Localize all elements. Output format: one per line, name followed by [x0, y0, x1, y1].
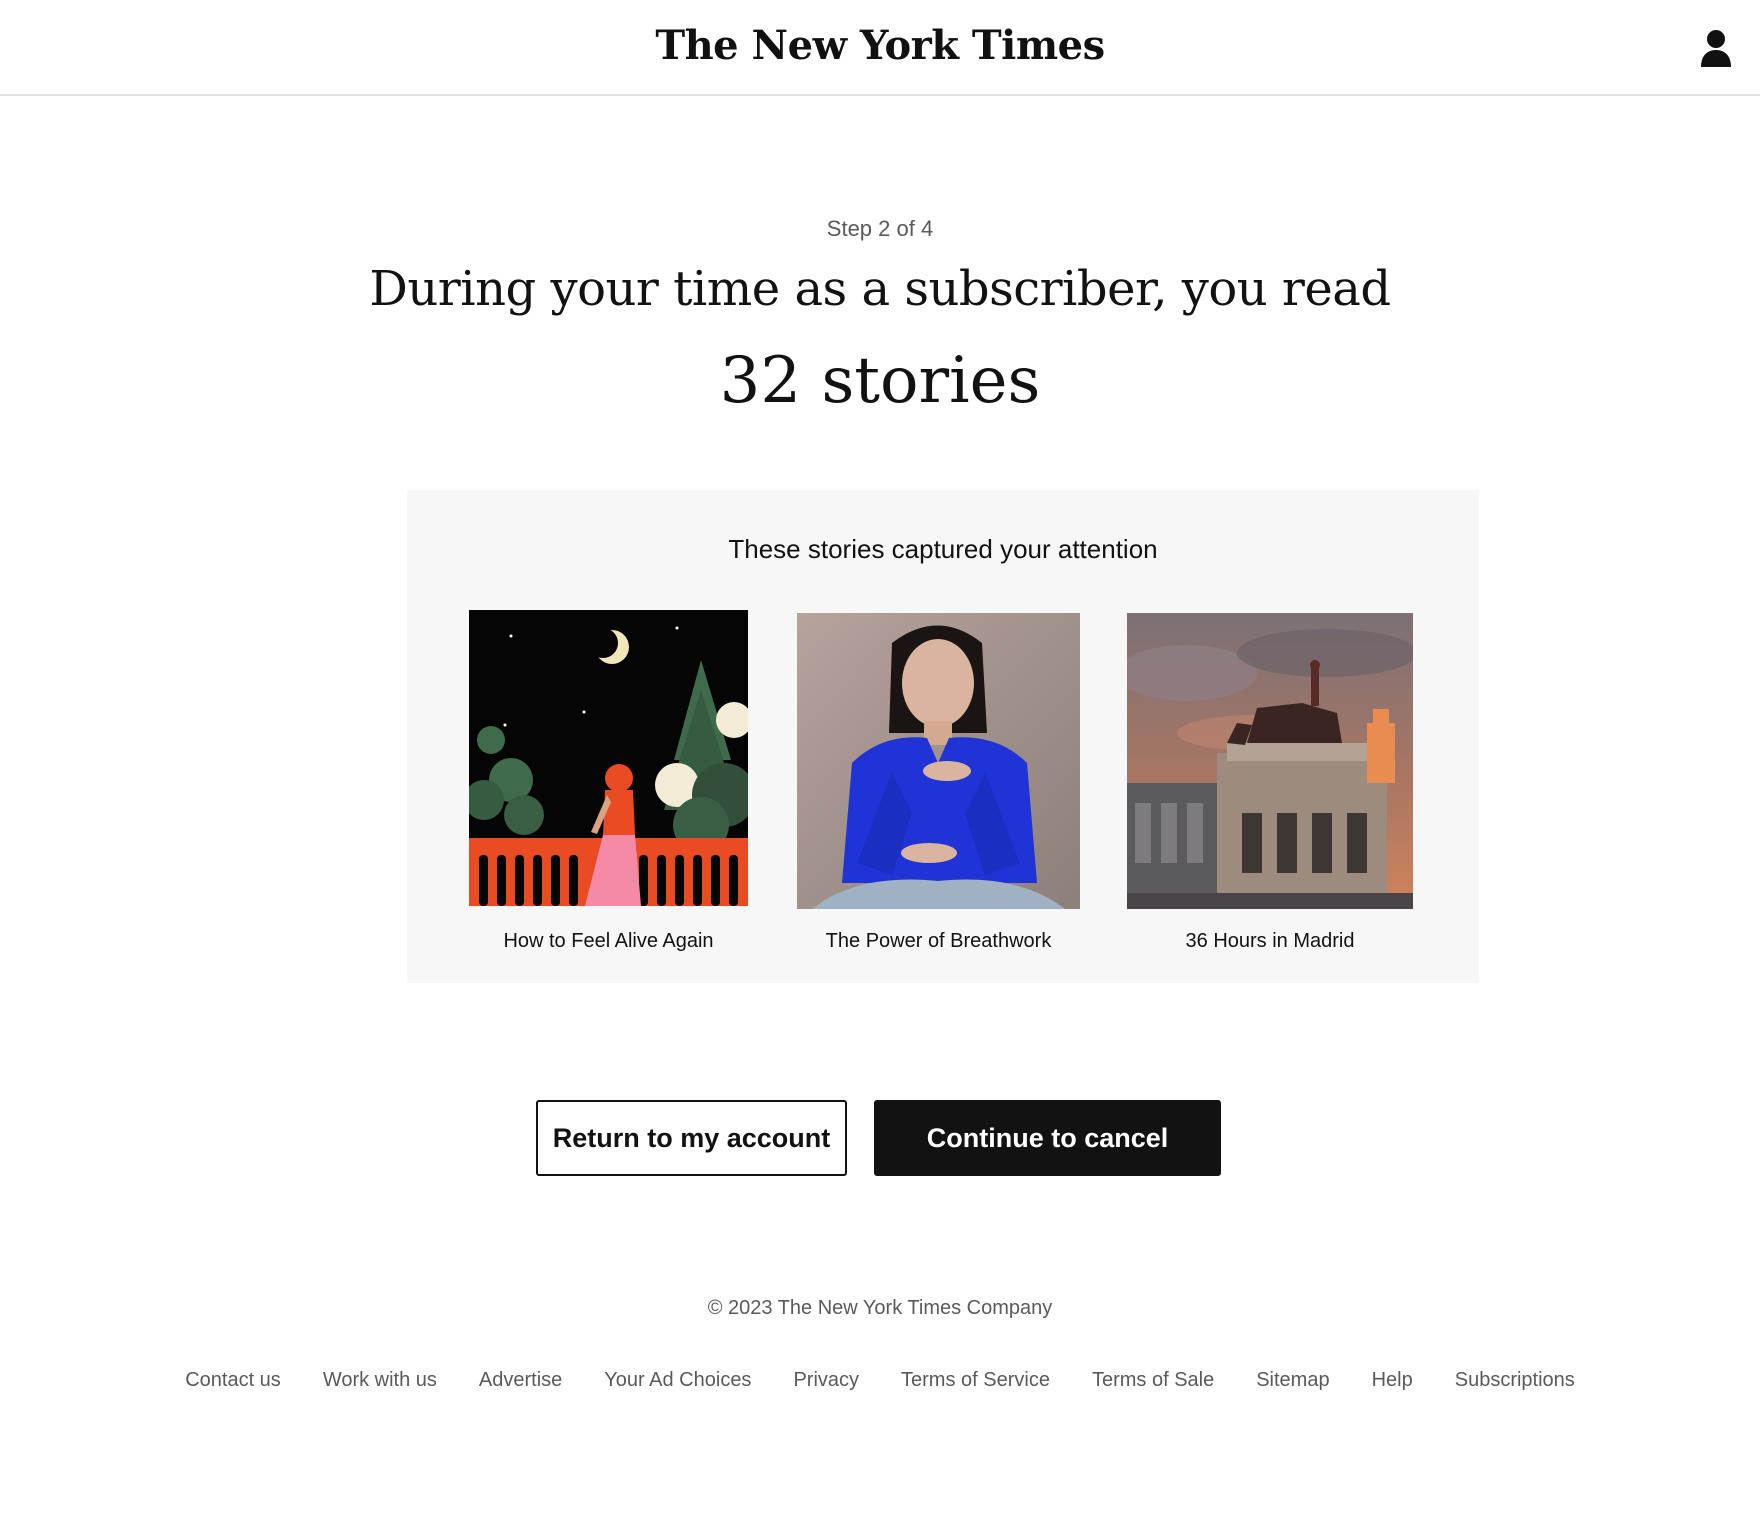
person-icon	[1701, 30, 1731, 67]
footer-link-sitemap[interactable]: Sitemap	[1256, 1365, 1329, 1395]
story-image	[1127, 613, 1413, 909]
stories-panel: These stories captured your attention Ho…	[407, 490, 1479, 983]
story-caption: How to Feel Alive Again	[503, 930, 714, 952]
top-header: The New York Times	[0, 0, 1760, 96]
story-image	[797, 613, 1080, 909]
footer-link-ad-choices[interactable]: Your Ad Choices	[604, 1365, 751, 1395]
story-image	[469, 610, 748, 906]
story-caption: 36 Hours in Madrid	[1185, 930, 1355, 952]
footer-link-work-with-us[interactable]: Work with us	[323, 1365, 437, 1395]
footer-link-subscriptions[interactable]: Subscriptions	[1455, 1365, 1575, 1395]
story-card[interactable]: The Power of Breathwork	[797, 613, 1080, 952]
step-indicator: Step 2 of 4	[826, 216, 934, 241]
footer-link-privacy[interactable]: Privacy	[793, 1365, 859, 1395]
story-caption: The Power of Breathwork	[825, 930, 1052, 952]
return-to-account-button[interactable]: Return to my account	[536, 1100, 847, 1176]
story-card[interactable]: 36 Hours in Madrid	[1127, 613, 1413, 952]
nyt-logo[interactable]: The New York Times	[0, 18, 1760, 74]
footer-link-advertise[interactable]: Advertise	[479, 1365, 562, 1395]
stories-panel-title: These stories captured your attention	[728, 534, 1158, 564]
footer-link-terms-of-sale[interactable]: Terms of Sale	[1092, 1365, 1214, 1395]
continue-to-cancel-button[interactable]: Continue to cancel	[874, 1100, 1221, 1176]
footer-link-help[interactable]: Help	[1372, 1365, 1413, 1395]
page-headline: During your time as a subscriber, you re…	[369, 261, 1391, 317]
footer-links: Contact us Work with us Advertise Your A…	[0, 1365, 1760, 1395]
footer-link-contact-us[interactable]: Contact us	[185, 1365, 281, 1395]
story-card[interactable]: How to Feel Alive Again	[469, 610, 748, 952]
copyright-text: © 2023 The New York Times Company	[707, 1297, 1053, 1319]
footer-link-terms-of-service[interactable]: Terms of Service	[901, 1365, 1050, 1395]
account-button[interactable]	[1692, 26, 1740, 70]
story-count: 32 stories	[719, 344, 1041, 418]
